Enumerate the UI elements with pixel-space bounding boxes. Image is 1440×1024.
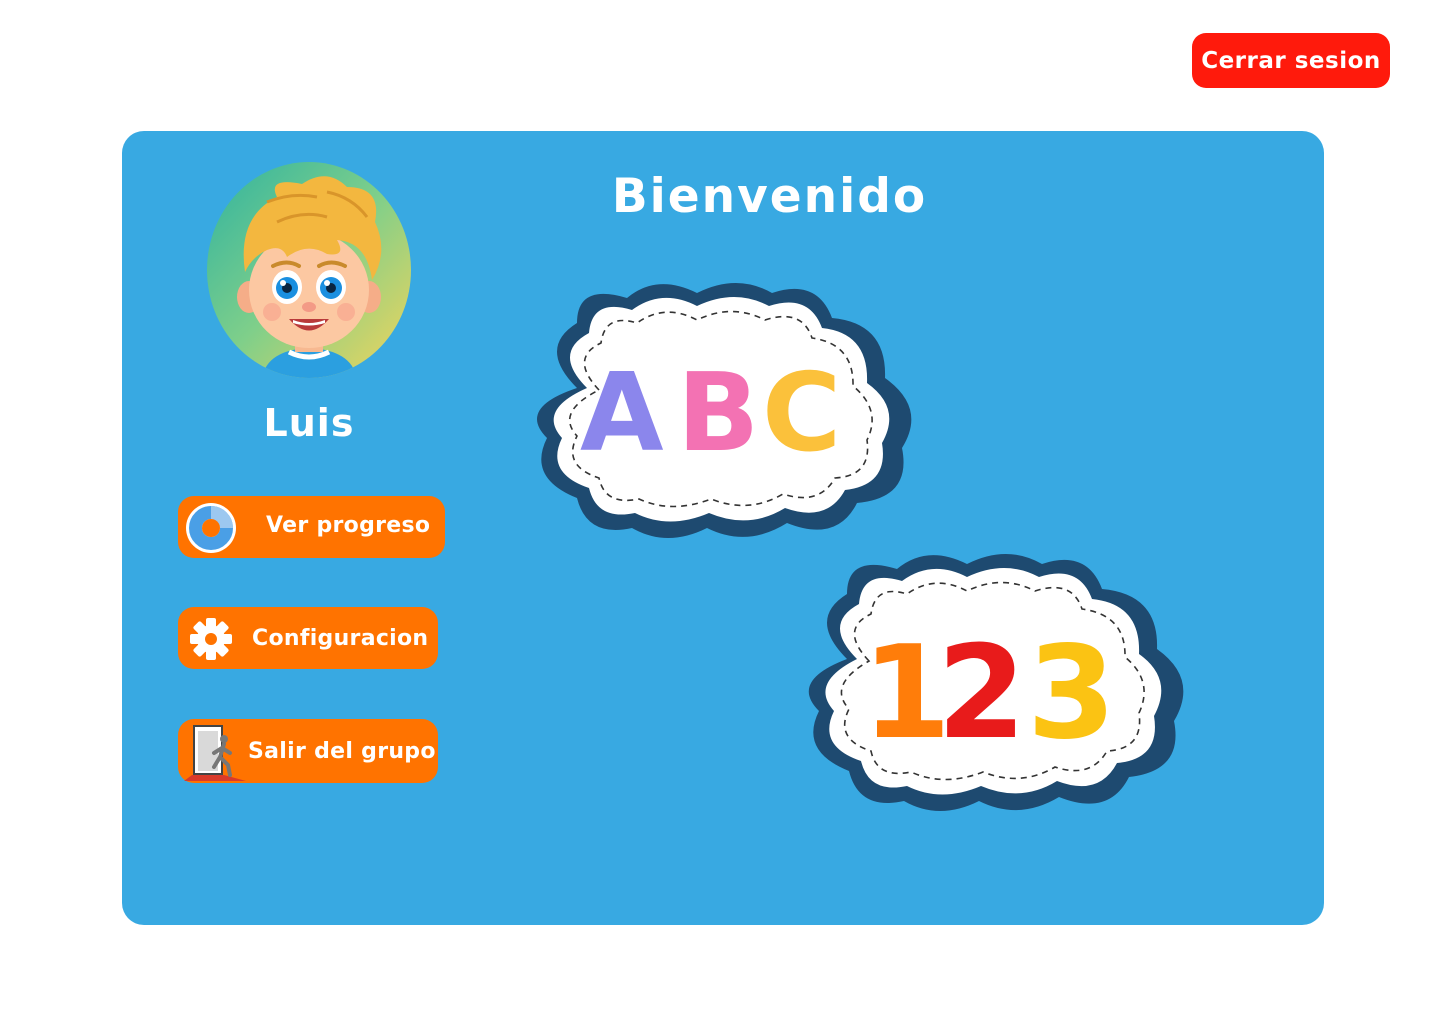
exit-door-icon bbox=[184, 723, 246, 781]
page-title: Bienvenido bbox=[611, 169, 928, 224]
letter-c: C bbox=[762, 351, 841, 476]
logout-button[interactable]: Cerrar sesion bbox=[1192, 33, 1390, 88]
donut-chart-icon bbox=[186, 503, 236, 553]
child-avatar-icon bbox=[207, 162, 411, 378]
settings-label: Configuracion bbox=[252, 626, 429, 651]
letters-card[interactable]: A B C bbox=[517, 278, 923, 542]
view-progress-label: Ver progreso bbox=[266, 513, 431, 538]
digit-2: 2 bbox=[937, 619, 1026, 768]
settings-button[interactable]: Configuracion bbox=[178, 607, 438, 669]
numbers-card[interactable]: 1 2 3 bbox=[787, 549, 1197, 817]
user-name: Luis bbox=[263, 401, 355, 445]
leave-group-button[interactable]: Salir del grupo bbox=[178, 719, 438, 783]
letter-b: B bbox=[677, 351, 759, 476]
view-progress-button[interactable]: Ver progreso bbox=[178, 496, 445, 558]
letter-a: A bbox=[580, 351, 664, 476]
leave-group-label: Salir del grupo bbox=[248, 739, 436, 764]
gear-icon bbox=[186, 614, 236, 664]
welcome-panel: Luis Bienvenido Ver progreso Configuraci… bbox=[122, 131, 1324, 925]
digit-3: 3 bbox=[1027, 619, 1116, 768]
